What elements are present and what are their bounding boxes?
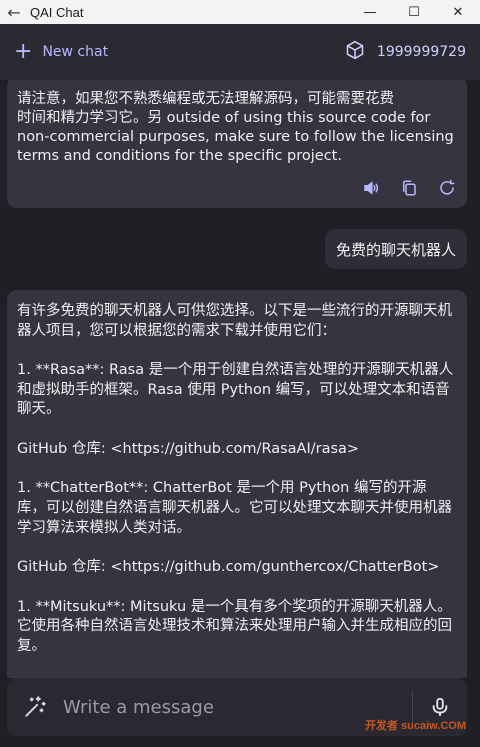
magic-wand-icon[interactable] [7,694,63,720]
microphone-icon[interactable] [413,695,467,719]
message-paragraph: 1. **ChatterBot**: ChatterBot 是一个用 Pytho… [17,480,452,536]
credits-value: 1999999729 [376,44,466,60]
minimize-button[interactable]: — [348,0,392,24]
message-input[interactable] [63,678,412,736]
message-paragraph: 1. **Rasa**: Rasa 是一个用于创建自然语言处理的开源聊天机器人和… [17,362,454,418]
new-chat-button[interactable]: + New chat [14,41,108,63]
message-paragraph: GitHub 仓库: <https://github.com/guntherco… [17,559,440,576]
message-actions [361,178,457,198]
back-arrow-icon[interactable]: ← [0,3,28,22]
chat-header: + New chat 1999999729 [0,24,480,80]
copy-icon[interactable] [399,178,419,198]
chat-area[interactable]: 请注意，如果您不熟悉编程或无法理解源码，可能需要花费 时间和精力学习它。另 ou… [0,80,480,678]
maximize-button[interactable]: ☐ [392,0,436,24]
message-text: 免费的聊天机器人 [335,240,456,259]
message-paragraph: GitHub 仓库: <https://github.com/RasaAI/ra… [17,440,360,457]
plus-icon: + [14,39,33,64]
cube-icon [345,40,365,64]
assistant-message: 有许多免费的聊天机器人可供您选择。以下是一些流行的开源聊天机器人项目，您可以根据… [7,290,467,678]
message-paragraph: 有许多免费的聊天机器人可供您选择。以下是一些流行的开源聊天机器人项目，您可以根据… [17,303,452,339]
assistant-message: 请注意，如果您不熟悉编程或无法理解源码，可能需要花费 时间和精力学习它。另 ou… [7,80,467,208]
window-title: QAI Chat [30,4,84,20]
message-paragraph: 1. **Mitsuku**: Mitsuku 是一个具有多个奖项的开源聊天机器… [17,598,452,654]
speaker-icon[interactable] [361,178,381,198]
watermark-text: 开发者 sucaiw.COM [364,720,466,732]
window-titlebar: ← QAI Chat — ☐ ✕ [0,0,480,24]
message-text: 请注意，如果您不熟悉编程或无法理解源码，可能需要花费 时间和精力学习它。另 ou… [17,91,454,164]
credits-display: 1999999729 [345,40,466,64]
new-chat-label: New chat [42,44,109,60]
close-button[interactable]: ✕ [436,0,480,24]
user-message: 免费的聊天机器人 [324,229,467,269]
regenerate-icon[interactable] [437,178,457,198]
